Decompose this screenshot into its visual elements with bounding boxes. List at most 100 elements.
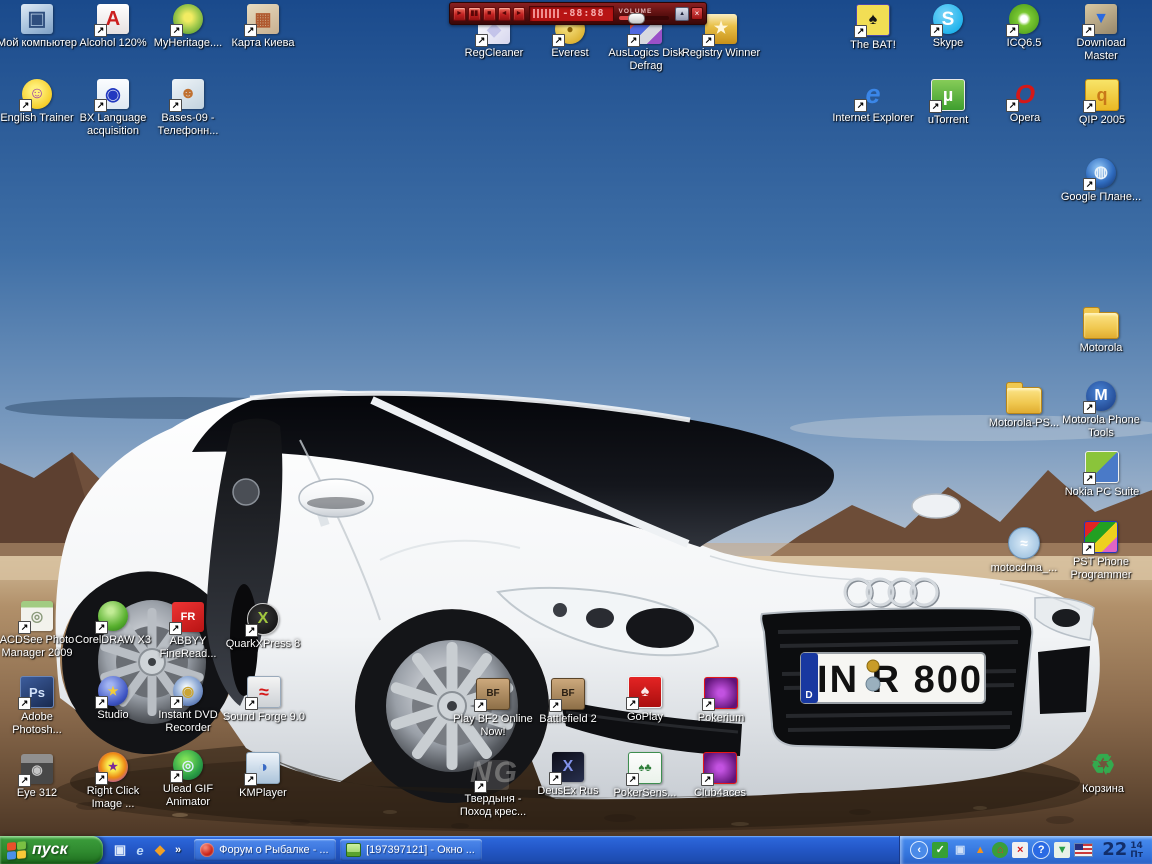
clock-day: Пт xyxy=(1130,851,1143,860)
desktop-icon-label: Корзина xyxy=(1061,783,1145,796)
desktop-icon-eye-312[interactable]: ◉↗Eye 312 xyxy=(0,754,79,800)
desktop-icon-korzina[interactable]: ♻Корзина xyxy=(1061,750,1145,796)
volume-slider[interactable] xyxy=(619,16,670,20)
avira-antivirus-icon[interactable]: ▲ xyxy=(972,842,988,858)
desktop-icon-my-computer[interactable]: ▣Мой компьютер xyxy=(0,4,79,50)
desktop-icon-motorola-folder[interactable]: Motorola xyxy=(1059,307,1143,355)
player-close-button[interactable]: × xyxy=(691,7,703,20)
desktop-icon-label: Карта Киева xyxy=(221,37,305,50)
desktop-icon-bx-language[interactable]: ◉↗BX Language acquisition xyxy=(71,79,155,138)
security-question-icon[interactable]: ? xyxy=(1032,841,1050,859)
taskbar-window-1[interactable]: Форум о Рыбалке - ... xyxy=(194,839,336,861)
desktop-icon-pokerium[interactable]: ↗Pokerium xyxy=(679,677,763,725)
quarkxpress-8-icon: X↗ xyxy=(247,603,279,635)
desktop-icon-label: Bases-09 - Телефонн... xyxy=(146,112,230,138)
desktop-icon-icq65[interactable]: ↗ICQ6.5 xyxy=(982,4,1066,50)
shortcut-arrow-icon: ↗ xyxy=(854,99,867,112)
desktop-icon-kmplayer[interactable]: ◑↗KMPlayer xyxy=(221,752,305,800)
club4aces-icon: ↗ xyxy=(703,752,737,784)
volume-knob[interactable] xyxy=(628,13,645,24)
shortcut-arrow-icon: ↗ xyxy=(18,774,31,787)
desktop-icon-label: ICQ6.5 xyxy=(982,37,1066,50)
desktop-icon-right-click-image[interactable]: ★↗Right Click Image ... xyxy=(71,752,155,811)
desktop-icon-pst-phone-programmer[interactable]: ↗PST Phone Programmer xyxy=(1059,521,1143,582)
desktop-icon-alcohol-120[interactable]: A↗Alcohol 120% xyxy=(71,4,155,50)
desktop-icon-quarkxpress-8[interactable]: X↗QuarkXPress 8 xyxy=(221,603,305,651)
desktop-icon-studio[interactable]: ★↗Studio xyxy=(71,676,155,722)
desktop-icon-nokia-pc-suite[interactable]: ↗Nokia PC Suite xyxy=(1060,451,1144,499)
shortcut-arrow-icon: ↗ xyxy=(552,34,565,47)
deusex-rus-icon: X↗ xyxy=(552,752,584,782)
desktop-icon-motocdma[interactable]: ≈motocdma_... xyxy=(982,527,1066,575)
the-bat-icon: ♠↗ xyxy=(856,4,890,36)
desktop-icon-qip-2005[interactable]: q↗QIP 2005 xyxy=(1060,79,1144,127)
desktop-icon-coreldraw-x3[interactable]: ↗CorelDRAW X3 xyxy=(71,601,155,647)
shortcut-arrow-icon: ↗ xyxy=(18,697,31,710)
taskbar-window-2[interactable]: [197397121] - Окно ... xyxy=(340,839,482,861)
desktop-icon-myheritage[interactable]: ↗MyHeritage.... xyxy=(146,4,230,50)
pause-button[interactable]: ▮▮ xyxy=(468,7,481,21)
english-trainer-icon: ☺↗ xyxy=(22,79,52,109)
desktop-icon-motorola-phone-tools[interactable]: M↗Motorola Phone Tools xyxy=(1059,381,1143,440)
battlefield-2-icon: BF↗ xyxy=(551,678,585,710)
home-network-icon[interactable]: ⌂ xyxy=(992,842,1008,858)
download-master-quick-icon[interactable]: ◆ xyxy=(151,841,169,859)
start-button[interactable]: пуск xyxy=(0,836,103,864)
desktop-icon-google-earth[interactable]: ◍↗Google Плане... xyxy=(1059,158,1143,204)
bases-09-icon: ☻↗ xyxy=(172,79,204,109)
shortcut-arrow-icon: ↗ xyxy=(94,24,107,37)
desktop-icon-download-master[interactable]: ▼↗Download Master xyxy=(1059,4,1143,63)
prev-button[interactable]: ◄ xyxy=(498,7,511,21)
desktop-icon-battlefield-2[interactable]: BF↗Battlefield 2 xyxy=(526,678,610,726)
play-button[interactable]: ► xyxy=(453,7,466,21)
desktop-icon-label: Studio xyxy=(71,709,155,722)
desktop-icon-instant-dvd-recorder[interactable]: ◉↗Instant DVD Recorder xyxy=(146,676,230,735)
desktop-icon-abbyy-finereader[interactable]: FR↗ABBYY FineRead... xyxy=(146,602,230,661)
next-button[interactable]: ► xyxy=(513,7,526,21)
taskbar-window-title: [197397121] - Окно ... xyxy=(366,844,475,856)
desktop-icon-internet-explorer[interactable]: e↗Internet Explorer xyxy=(831,79,915,125)
karta-kieva-icon: ▦↗ xyxy=(247,4,279,34)
download-master-tray-icon[interactable]: ▼ xyxy=(1054,842,1070,858)
desktop-icon-goplay[interactable]: ♠↗GoPlay xyxy=(603,676,687,724)
desktop-icon-club4aces[interactable]: ↗ Club4aces xyxy=(678,752,762,800)
update-check-icon[interactable]: ✓ xyxy=(932,842,948,858)
eject-button[interactable]: ▲ xyxy=(675,7,689,21)
shortcut-arrow-icon: ↗ xyxy=(95,772,108,785)
taskbar-clock[interactable]: 22 14 Пт xyxy=(1102,840,1143,860)
tverdynya-icon: ↗ xyxy=(477,760,509,790)
desktop[interactable]: D IN R 800 NG ▣Мой компьютерA↗Alcohol 12… xyxy=(0,0,1152,864)
desktop-icon-sound-forge[interactable]: ≈↗Sound Forge 9.0 xyxy=(222,676,306,724)
desktop-icon-ulead-gif-animator[interactable]: ◎↗Ulead GIF Animator xyxy=(146,750,230,809)
desktop-icon-opera[interactable]: O↗Opera xyxy=(983,79,1067,125)
shortcut-arrow-icon: ↗ xyxy=(475,34,488,47)
desktop-icon-skype[interactable]: S↗Skype xyxy=(906,4,990,50)
internet-explorer-icon[interactable]: e xyxy=(131,841,149,859)
shortcut-arrow-icon: ↗ xyxy=(627,34,640,47)
desktop-icon-play-bf2[interactable]: BF↗Play BF2 Online Now! xyxy=(451,678,535,739)
desktop-icon-deusex-rus[interactable]: X↗DeusEx Rus xyxy=(526,752,610,798)
network-connections-icon[interactable]: ▣ xyxy=(952,842,968,858)
desktop-icon-adobe-photoshop[interactable]: Ps↗Adobe Photosh... xyxy=(0,676,79,737)
desktop-icon-label: Motorola-PS... xyxy=(982,417,1066,430)
shortcut-arrow-icon: ↗ xyxy=(626,773,639,786)
show-desktop-icon[interactable]: ▣ xyxy=(111,841,129,859)
desktop-icon-english-trainer[interactable]: ☺↗English Trainer xyxy=(0,79,79,125)
device-disconnected-icon[interactable]: × xyxy=(1012,842,1028,858)
desktop-icon-the-bat[interactable]: ♠↗The BAT! xyxy=(831,4,915,52)
hide-tray-icons-button[interactable]: ‹ xyxy=(910,841,928,859)
kmplayer-icon: ◑↗ xyxy=(246,752,280,784)
desktop-icon-label: Club4aces xyxy=(678,787,762,800)
desktop-icon-bases-09[interactable]: ☻↗ Bases-09 - Телефонн... xyxy=(146,79,230,138)
qip-window-icon xyxy=(346,843,361,857)
desktop-icon-tverdynya[interactable]: ↗Твердыня - Поход крес... xyxy=(451,760,535,819)
desktop-icon-karta-kieva[interactable]: ▦↗ Карта Киева xyxy=(221,4,305,50)
desktop-icon-label: uTorrent xyxy=(906,114,990,127)
desktop-icon-pokersens[interactable]: ♠♣↗PokerSens... xyxy=(603,752,687,800)
quick-launch-more-chevron-icon[interactable]: » xyxy=(171,844,185,856)
language-indicator-flag-icon[interactable] xyxy=(1074,843,1093,857)
desktop-icon-utorrent[interactable]: µ↗uTorrent xyxy=(906,79,990,127)
desktop-icon-acdsee[interactable]: ◎↗ACDSee Photo Manager 2009 xyxy=(0,601,79,660)
desktop-icon-motorola-ps-folder[interactable]: Motorola-PS... xyxy=(982,382,1066,430)
stop-button[interactable]: ■ xyxy=(483,7,496,21)
